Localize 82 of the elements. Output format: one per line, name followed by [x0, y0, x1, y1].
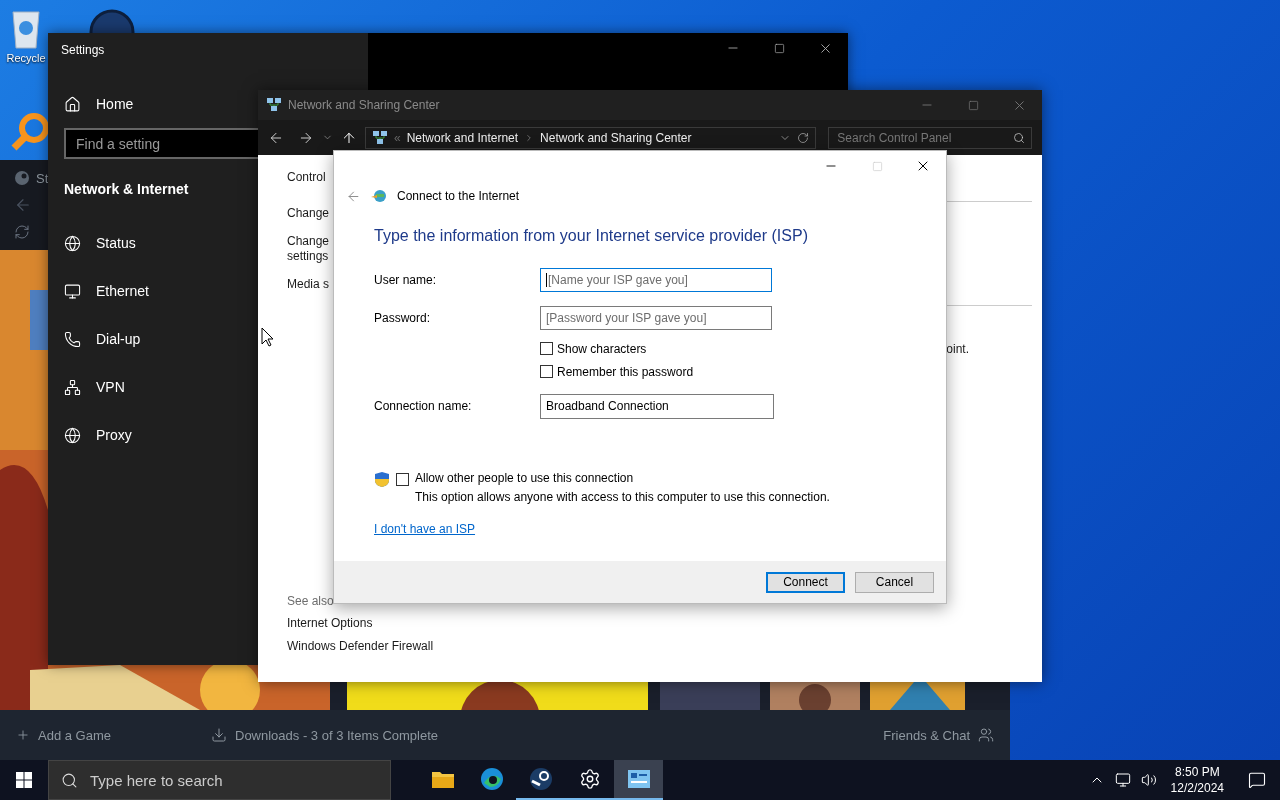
see-also-heading: See also [287, 594, 335, 608]
search-icon [1013, 131, 1025, 144]
checkbox[interactable] [540, 365, 553, 378]
shield-icon [374, 471, 390, 488]
input-field[interactable]: [Password your ISP gave you] [540, 306, 772, 330]
network-icon [266, 97, 282, 113]
refresh-icon [797, 131, 810, 144]
checkbox[interactable] [540, 342, 553, 355]
windows-logo-icon [16, 772, 32, 788]
window-title: Network and Sharing Center [288, 98, 440, 112]
home-icon [64, 95, 81, 113]
steam-icon [14, 170, 30, 186]
clock-date: 12/2/2024 [1170, 780, 1224, 796]
back-icon [346, 188, 361, 204]
gear-icon [578, 768, 601, 790]
nav-item[interactable]: Dial-up [64, 315, 141, 363]
maximize-icon [773, 42, 785, 54]
notifications-icon [1248, 771, 1266, 789]
folder-icon [430, 769, 455, 789]
refresh-icon [14, 224, 30, 240]
downloads-button[interactable]: Downloads - 3 of 3 Items Complete [211, 727, 439, 743]
clock-time: 8:50 PM [1174, 764, 1220, 780]
taskbar-search-field[interactable]: Type here to search [48, 760, 391, 800]
download-icon [211, 727, 227, 743]
search-field[interactable]: Search Control Panel [828, 126, 1032, 149]
control-panel-icon [626, 769, 651, 789]
connect-button[interactable]: Connect [766, 571, 845, 593]
field-label: Connection name: [374, 399, 473, 413]
network-icon [372, 129, 388, 146]
volume-icon [1140, 772, 1157, 788]
maximize-icon [871, 160, 883, 172]
search-icon [61, 771, 78, 789]
monitor-icon [64, 282, 81, 300]
clock[interactable]: 8:50 PM 12/2/2024 [1170, 764, 1224, 796]
dialog-title: Connect to the Internet [397, 189, 520, 203]
checkbox-label[interactable]: Remember this password [557, 364, 694, 379]
shortcut-label: Recycle [6, 52, 46, 64]
back-button[interactable] [346, 188, 361, 204]
no-isp-link[interactable]: I don't have an ISP [374, 522, 476, 536]
back-icon [14, 196, 32, 214]
app-name: St [36, 170, 49, 186]
home-link[interactable]: Home [64, 80, 134, 128]
nav-item[interactable]: Ethernet [64, 267, 149, 315]
search-placeholder: Search Control Panel [837, 130, 952, 145]
friends-button[interactable]: Friends & Chat [883, 727, 994, 743]
search-placeholder: Type here to search [90, 771, 223, 789]
friends-icon [978, 727, 994, 743]
nav-item[interactable]: VPN [64, 363, 125, 411]
app-logo-icon[interactable] [88, 8, 136, 33]
field-label: User name: [374, 273, 438, 287]
breadcrumb-item[interactable]: Network and Internet [406, 130, 519, 145]
address-bar[interactable]: « Network and Internet Network and Sharing Center [365, 126, 817, 149]
field-label: Password: [374, 311, 432, 325]
globe-icon [64, 426, 81, 444]
globe-icon [371, 189, 387, 203]
input-field[interactable]: [Name your ISP gave you] [540, 268, 772, 292]
breadcrumb-item[interactable]: Network and Sharing Center [540, 130, 692, 145]
input-field[interactable]: Broadband Connection [540, 393, 774, 419]
phone-icon [64, 330, 81, 348]
cancel-button[interactable]: Cancel [855, 571, 934, 593]
nav-item[interactable]: Status [64, 219, 136, 267]
checkbox-label[interactable]: Show characters [557, 341, 647, 356]
desktop-shortcut[interactable]: Recycle [5, 6, 47, 64]
see-also-link[interactable]: Internet Options [287, 616, 558, 631]
network-icon [1114, 772, 1131, 788]
network-icon [64, 378, 81, 396]
help-text: This option allows anyone with access to this computer to use this connection. [415, 490, 830, 504]
body-text: oint. [946, 342, 969, 356]
browser-icon [479, 767, 504, 791]
maximize-icon [967, 99, 979, 111]
see-also-link[interactable]: Windows Defender Firewall [287, 639, 558, 654]
checkbox[interactable] [396, 473, 409, 486]
checkbox-label[interactable]: Allow other people to use this connection [415, 471, 830, 485]
nav-item[interactable]: Proxy [64, 411, 132, 459]
globe-icon [64, 234, 81, 252]
mouse-pointer-icon [261, 327, 274, 347]
steam-icon [528, 767, 553, 791]
plus-icon [16, 728, 30, 742]
section-title: Network & Internet [64, 181, 189, 197]
dialog-heading: Type the information from your Internet service provider (ISP) [374, 227, 809, 245]
window-title: Settings [61, 43, 106, 57]
add-game-button[interactable]: Add a Game [16, 727, 111, 743]
